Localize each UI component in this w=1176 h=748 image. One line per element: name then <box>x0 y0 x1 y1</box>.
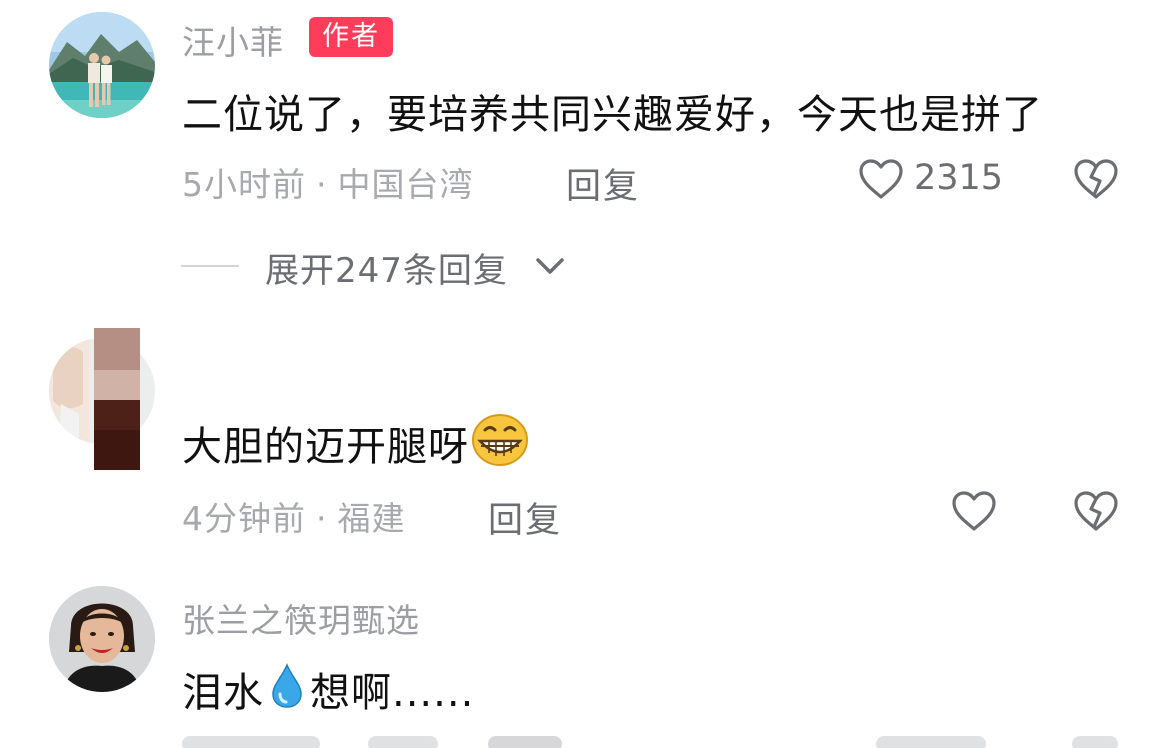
comment-time: 5小时前 <box>182 165 306 204</box>
expand-chevron <box>534 254 566 282</box>
separator-dot: · <box>316 165 328 204</box>
grinning-emoji <box>471 413 529 477</box>
username[interactable]: 汪小菲 <box>182 16 284 64</box>
expand-replies-label: 展开247条回复 <box>265 251 508 291</box>
chevron-down-icon <box>536 258 564 274</box>
heart-outline-icon <box>859 159 903 199</box>
droplet-emoji <box>270 663 304 719</box>
like-button[interactable] <box>951 490 997 536</box>
username[interactable]: 张兰之筷玥甄选 <box>182 594 420 642</box>
comment-text: 泪水 想啊...... <box>182 660 474 723</box>
comment-list: { "comments": [ { "username": "汪小菲", "ba… <box>0 0 1176 748</box>
comment-location: 中国台湾 <box>337 165 474 204</box>
comment-time: 4分钟前 <box>182 499 306 538</box>
dislike-button[interactable] <box>1073 158 1119 204</box>
separator-dot: · <box>316 499 328 538</box>
mosaic-overlay <box>94 328 140 470</box>
couple-photo-avatar <box>49 12 155 118</box>
comment-text-body: 大胆的迈开腿呀 <box>182 424 469 470</box>
avatar[interactable] <box>49 586 155 692</box>
heart-outline-icon <box>952 491 996 531</box>
comment-location: 福建 <box>337 499 406 538</box>
avatar[interactable] <box>49 12 155 118</box>
broken-heart-icon <box>1074 159 1118 199</box>
next-comment-meta-cut <box>182 728 1122 748</box>
comment-text-suffix: 想啊...... <box>310 670 475 716</box>
comment-meta: 4分钟前 · 福建 <box>182 492 406 540</box>
comment-text: 大胆的迈开腿呀 <box>182 414 529 481</box>
like-button[interactable] <box>858 158 904 204</box>
divider-line <box>181 265 239 267</box>
comment-text: 二位说了，要培养共同兴趣爱好，今天也是拼了 <box>182 92 1043 138</box>
reply-button[interactable]: 回复 <box>488 492 562 543</box>
broken-heart-icon <box>1074 491 1118 531</box>
reply-button[interactable]: 回复 <box>566 158 640 209</box>
comment-text-prefix: 泪水 <box>182 670 264 716</box>
comment-meta: 5小时前 · 中国台湾 <box>182 158 474 206</box>
author-badge: 作者 <box>309 17 393 57</box>
dislike-button[interactable] <box>1073 490 1119 536</box>
like-count: 2315 <box>914 158 1004 198</box>
woman-portrait-avatar <box>49 586 155 692</box>
